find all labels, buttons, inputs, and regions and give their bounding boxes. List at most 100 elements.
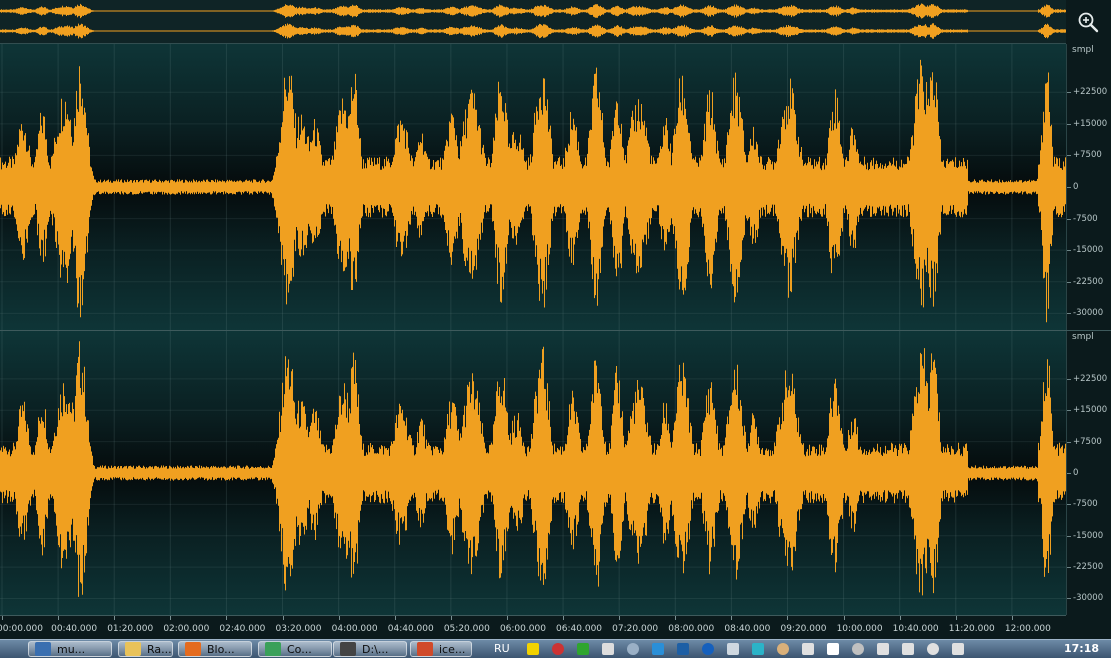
waveform-trace <box>0 341 1066 597</box>
hand-icon[interactable] <box>777 643 789 655</box>
home-icon <box>417 642 433 656</box>
time-label: 00:00.000 <box>0 624 43 634</box>
time-tick <box>843 616 845 620</box>
zoom-in-button[interactable] <box>1068 4 1108 40</box>
overview-channel-1 <box>0 3 1066 19</box>
amplitude-unit: smpl <box>1072 332 1094 342</box>
taskbar: mu... Ra... Blo... Co... D:\... ice... RU 17:… <box>0 639 1111 658</box>
time-tick <box>506 616 508 620</box>
amplitude-scale-top: smpl +22500 +15000 +7500 0 -7500 -15000 -22500… <box>1066 44 1111 330</box>
audio-editor: smpl +22500 +15000 +7500 0 -7500 -15000 -22500… <box>0 0 1111 657</box>
overview-strip[interactable] <box>0 0 1066 44</box>
time-label: 10:40.000 <box>892 624 939 634</box>
s-icon[interactable] <box>652 643 664 655</box>
amplitude-tick <box>1067 567 1071 569</box>
chrome-icon <box>265 642 281 656</box>
time-label: 04:00.000 <box>331 624 378 634</box>
pen-icon[interactable] <box>552 643 564 655</box>
screen-icon[interactable] <box>627 643 639 655</box>
amplitude-tick <box>1067 123 1071 125</box>
time-tick <box>2 616 3 620</box>
taskbar-button-label: Co... <box>287 642 312 656</box>
time-tick <box>1011 616 1013 620</box>
time-label: 12:00.000 <box>1004 624 1051 634</box>
overview-channel-2 <box>0 23 1066 39</box>
flag-icon[interactable] <box>877 643 889 655</box>
time-tick <box>731 616 733 620</box>
time-tick <box>170 616 172 620</box>
time-ruler[interactable]: 00:00.000 00:40.000 01:20.000 02:00.000 02:4… <box>0 615 1066 640</box>
time-tick <box>619 616 621 620</box>
taskbar-button[interactable]: D:\... <box>333 641 407 657</box>
search-icon[interactable] <box>802 643 814 655</box>
time-label: 00:40.000 <box>51 624 98 634</box>
channel-bottom-svg <box>0 331 1066 615</box>
amplitude-tick <box>1067 441 1071 443</box>
taskbar-button[interactable]: ice... <box>410 641 472 657</box>
time-label: 02:00.000 <box>163 624 210 634</box>
amplitude-tick-label: +7500 <box>1073 150 1102 161</box>
amplitude-tick <box>1067 535 1071 537</box>
v-icon[interactable] <box>702 643 714 655</box>
taskbar-button-label: Blo... <box>207 642 235 656</box>
ruler-corner <box>1066 615 1111 639</box>
waveform-trace <box>0 59 1066 323</box>
volume-icon[interactable] <box>952 643 964 655</box>
time-label: 06:40.000 <box>556 624 603 634</box>
amplitude-tick-label: +22500 <box>1073 373 1108 384</box>
channel-top-svg <box>0 44 1066 330</box>
taskbar-button[interactable]: Ra... <box>118 641 173 657</box>
time-label: 02:40.000 <box>219 624 266 634</box>
language-indicator[interactable]: RU <box>494 642 510 655</box>
bars-icon[interactable] <box>677 643 689 655</box>
time-label: 11:20.000 <box>948 624 995 634</box>
time-tick <box>787 616 789 620</box>
grid-icon[interactable] <box>727 643 739 655</box>
signal-icon[interactable] <box>852 643 864 655</box>
amplitude-tick-label: +22500 <box>1073 87 1108 98</box>
amplitude-tick-label: -7500 <box>1073 213 1098 224</box>
time-label: 04:40.000 <box>387 624 434 634</box>
clock[interactable]: 17:18 <box>1064 642 1099 655</box>
chat-icon[interactable] <box>752 643 764 655</box>
amplitude-tick <box>1067 92 1071 94</box>
amplitude-tick-label: -15000 <box>1073 245 1104 256</box>
firefox-icon <box>185 642 201 656</box>
time-tick <box>563 616 565 620</box>
shield-icon[interactable] <box>527 643 539 655</box>
window-icon <box>35 642 51 656</box>
taskbar-button[interactable]: Co... <box>258 641 332 657</box>
amplitude-tick <box>1067 155 1071 157</box>
time-tick <box>394 616 396 620</box>
time-tick <box>338 616 340 620</box>
battery-icon[interactable] <box>902 643 914 655</box>
arrow-icon[interactable] <box>577 643 589 655</box>
time-tick <box>114 616 116 620</box>
amplitude-unit: smpl <box>1072 45 1094 55</box>
time-tick <box>899 616 901 620</box>
terminal-icon <box>340 642 356 656</box>
overview-waveform[interactable] <box>0 0 1066 43</box>
amplitude-tick-label: -22500 <box>1073 562 1104 573</box>
time-label: 06:00.000 <box>499 624 546 634</box>
taskbar-button[interactable]: mu... <box>28 641 112 657</box>
waveform-path <box>0 341 1066 597</box>
time-label: 07:20.000 <box>612 624 659 634</box>
white-box-icon[interactable] <box>827 643 839 655</box>
zoom-in-icon <box>1078 12 1099 33</box>
gear-icon[interactable] <box>602 643 614 655</box>
amplitude-tick <box>1067 250 1071 252</box>
network-icon[interactable] <box>927 643 939 655</box>
amplitude-tick-label: -30000 <box>1073 593 1104 604</box>
amplitude-tick <box>1067 410 1071 412</box>
channel-bottom-waveform[interactable] <box>0 331 1066 615</box>
amplitude-tick-label: -22500 <box>1073 276 1104 287</box>
taskbar-button-label: ice... <box>439 642 466 656</box>
amplitude-tick <box>1067 313 1071 315</box>
amplitude-tick-label: 0 <box>1073 182 1079 192</box>
time-tick <box>282 616 284 620</box>
taskbar-button-label: D:\... <box>362 642 389 656</box>
time-label: 09:20.000 <box>780 624 827 634</box>
taskbar-button[interactable]: Blo... <box>178 641 252 657</box>
channel-top-waveform[interactable] <box>0 44 1066 330</box>
